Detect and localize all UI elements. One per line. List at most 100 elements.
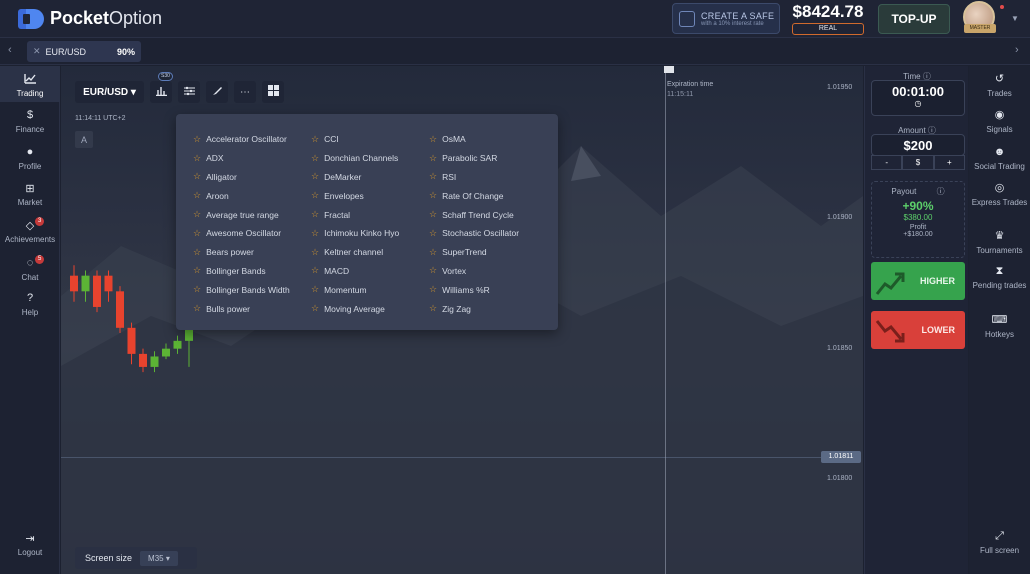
timeframe-button[interactable]: S30 bbox=[150, 72, 173, 103]
sidebar-item-help[interactable]: ? Help bbox=[0, 292, 60, 317]
indicator-item[interactable]: ☆ Envelopes bbox=[311, 186, 399, 205]
auto-scale-button[interactable]: A bbox=[75, 131, 93, 148]
amount-plus-button[interactable]: + bbox=[933, 155, 965, 170]
sidebar-item-pending-trades[interactable]: ⧗ Pending trades bbox=[969, 266, 1030, 291]
balance-widget[interactable]: $8424.78 REAL bbox=[790, 2, 866, 35]
indicator-item[interactable]: ☆ Donchian Channels bbox=[311, 149, 399, 168]
amount-minus-button[interactable]: - bbox=[871, 155, 903, 170]
star-icon[interactable]: ☆ bbox=[311, 134, 319, 145]
indicator-item[interactable]: ☆ RSI bbox=[429, 168, 519, 187]
create-safe-button[interactable]: CREATE A SAFE with a 10% interest rate bbox=[672, 3, 780, 34]
indicator-item[interactable]: ☆ Zig Zag bbox=[429, 299, 519, 318]
sidebar-item-finance[interactable]: $ Finance bbox=[0, 109, 60, 134]
star-icon[interactable]: ☆ bbox=[429, 134, 437, 145]
chevron-down-icon[interactable]: ▼ bbox=[1011, 14, 1019, 23]
star-icon[interactable]: ☆ bbox=[429, 284, 437, 295]
star-icon[interactable]: ☆ bbox=[429, 303, 437, 314]
indicator-item[interactable]: ☆ MACD bbox=[311, 262, 399, 281]
star-icon[interactable]: ☆ bbox=[311, 153, 319, 164]
sidebar-item-trades[interactable]: ↺ Trades bbox=[969, 74, 1030, 99]
indicators-button[interactable] bbox=[178, 81, 200, 103]
asset-tab[interactable]: ✕ EUR/USD 90% bbox=[27, 41, 141, 62]
star-icon[interactable]: ☆ bbox=[193, 228, 201, 239]
star-icon[interactable]: ☆ bbox=[193, 265, 201, 276]
star-icon[interactable]: ☆ bbox=[311, 303, 319, 314]
indicator-item[interactable]: ☆ Rate Of Change bbox=[429, 186, 519, 205]
chevron-right-icon[interactable]: › bbox=[1015, 44, 1019, 56]
logo[interactable]: PocketOption bbox=[18, 8, 162, 29]
expiration-flag-icon[interactable] bbox=[664, 66, 674, 73]
star-icon[interactable]: ☆ bbox=[429, 228, 437, 239]
chevron-left-icon[interactable]: ‹ bbox=[8, 44, 12, 56]
indicator-item[interactable]: ☆ Williams %R bbox=[429, 280, 519, 299]
star-icon[interactable]: ☆ bbox=[193, 303, 201, 314]
indicator-item[interactable]: ☆ Stochastic Oscillator bbox=[429, 224, 519, 243]
star-icon[interactable]: ☆ bbox=[193, 171, 201, 182]
drawing-button[interactable] bbox=[206, 81, 228, 103]
sidebar-item-trading[interactable]: Trading bbox=[0, 66, 60, 102]
sidebar-item-tournaments[interactable]: ♛ Tournaments bbox=[969, 231, 1030, 256]
indicator-item[interactable]: ☆ Moving Average bbox=[311, 299, 399, 318]
more-button[interactable]: ⋯ bbox=[234, 81, 256, 103]
star-icon[interactable]: ☆ bbox=[311, 171, 319, 182]
indicator-item[interactable]: ☆ Bulls power bbox=[193, 299, 290, 318]
indicator-item[interactable]: ☆ Awesome Oscillator bbox=[193, 224, 290, 243]
star-icon[interactable]: ☆ bbox=[311, 228, 319, 239]
indicator-item[interactable]: ☆ Average true range bbox=[193, 205, 290, 224]
star-icon[interactable]: ☆ bbox=[311, 247, 319, 258]
indicator-item[interactable]: ☆ Vortex bbox=[429, 262, 519, 281]
star-icon[interactable]: ☆ bbox=[429, 153, 437, 164]
star-icon[interactable]: ☆ bbox=[311, 284, 319, 295]
indicator-item[interactable]: ☆ Keltner channel bbox=[311, 243, 399, 262]
sidebar-item-market[interactable]: ⊞ Market bbox=[0, 182, 60, 207]
star-icon[interactable]: ☆ bbox=[429, 209, 437, 220]
star-icon[interactable]: ☆ bbox=[429, 190, 437, 201]
indicator-item[interactable]: ☆ Accelerator Oscillator bbox=[193, 130, 290, 149]
indicator-item[interactable]: ☆ Parabolic SAR bbox=[429, 149, 519, 168]
amount-currency-button[interactable]: $ bbox=[902, 155, 934, 170]
amount-input[interactable]: $200 bbox=[871, 134, 965, 156]
higher-button[interactable]: HIGHER bbox=[871, 262, 965, 300]
indicator-item[interactable]: ☆ Momentum bbox=[311, 280, 399, 299]
star-icon[interactable]: ☆ bbox=[311, 190, 319, 201]
layout-button[interactable] bbox=[262, 81, 284, 103]
sidebar-item-logout[interactable]: ⇥ Logout bbox=[0, 532, 60, 557]
sidebar-item-profile[interactable]: ● Profile bbox=[0, 146, 60, 171]
indicator-item[interactable]: ☆ Ichimoku Kinko Hyo bbox=[311, 224, 399, 243]
indicator-item[interactable]: ☆ OsMA bbox=[429, 130, 519, 149]
indicator-item[interactable]: ☆ Fractal bbox=[311, 205, 399, 224]
star-icon[interactable]: ☆ bbox=[193, 209, 201, 220]
indicator-item[interactable]: ☆ SuperTrend bbox=[429, 243, 519, 262]
star-icon[interactable]: ☆ bbox=[311, 265, 319, 276]
indicator-item[interactable]: ☆ Bollinger Bands bbox=[193, 262, 290, 281]
sidebar-item-achievements[interactable]: ◇ 3 Achievements bbox=[0, 217, 60, 244]
indicator-item[interactable]: ☆ Aroon bbox=[193, 186, 290, 205]
sidebar-item-express-trades[interactable]: ◎ Express Trades bbox=[969, 183, 1030, 208]
expiration-line[interactable] bbox=[665, 66, 666, 574]
indicator-item[interactable]: ☆ ADX bbox=[193, 149, 290, 168]
star-icon[interactable]: ☆ bbox=[193, 153, 201, 164]
pair-select[interactable]: EUR/USD ▾ bbox=[75, 81, 144, 103]
chart-area[interactable]: Expiration time 11:15:11 1.01950 1.01900… bbox=[61, 66, 863, 574]
indicator-item[interactable]: ☆ Bears power bbox=[193, 243, 290, 262]
indicator-item[interactable]: ☆ Alligator bbox=[193, 168, 290, 187]
indicator-item[interactable]: ☆ DeMarker bbox=[311, 168, 399, 187]
sidebar-item-hotkeys[interactable]: ⌨ Hotkeys bbox=[969, 315, 1030, 340]
sidebar-item-signals[interactable]: ◉ Signals bbox=[969, 110, 1030, 135]
screen-size-select[interactable]: M35 ▾ bbox=[140, 550, 178, 566]
sidebar-item-full-screen[interactable]: ⤢ Full screen bbox=[969, 531, 1030, 556]
star-icon[interactable]: ☆ bbox=[429, 265, 437, 276]
top-up-button[interactable]: TOP-UP bbox=[878, 4, 950, 34]
star-icon[interactable]: ☆ bbox=[193, 190, 201, 201]
sidebar-item-social-trading[interactable]: ☻ Social Trading bbox=[969, 147, 1030, 172]
close-icon[interactable]: ✕ bbox=[33, 46, 41, 57]
indicator-item[interactable]: ☆ Bollinger Bands Width bbox=[193, 280, 290, 299]
sidebar-item-chat[interactable]: ◌ 5 Chat bbox=[0, 255, 60, 282]
star-icon[interactable]: ☆ bbox=[193, 247, 201, 258]
time-input[interactable]: 00:01:00 ◷ bbox=[871, 80, 965, 116]
indicator-item[interactable]: ☆ CCI bbox=[311, 130, 399, 149]
star-icon[interactable]: ☆ bbox=[311, 209, 319, 220]
star-icon[interactable]: ☆ bbox=[429, 247, 437, 258]
star-icon[interactable]: ☆ bbox=[193, 284, 201, 295]
indicator-item[interactable]: ☆ Schaff Trend Cycle bbox=[429, 205, 519, 224]
